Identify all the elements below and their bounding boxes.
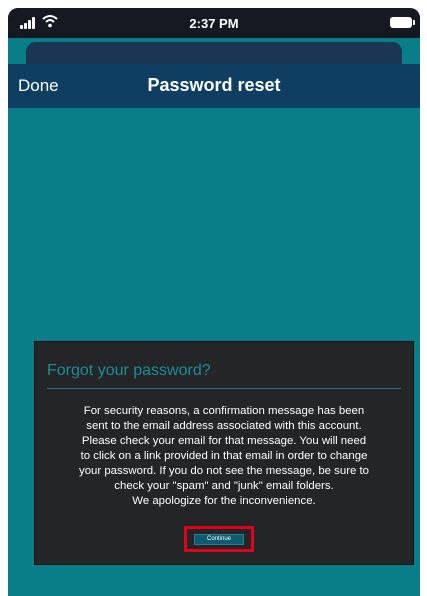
continue-button[interactable]: Continue [194,534,244,545]
phone-screen: 2:37 PM Done Password reset Forgot your … [8,8,420,596]
message-line: We apologize for the inconvenience. [132,495,316,507]
message-line: to click on a link provided in that emai… [80,450,368,462]
status-bar: 2:37 PM [8,8,420,38]
message-line: For security reasons, a confirmation mes… [83,405,365,417]
dialog-divider [47,388,401,389]
message-line: Please check your email for that message… [81,435,367,447]
message-line: sent to the email address associated wit… [86,420,362,432]
navigation-bar: Done Password reset [8,64,420,108]
page-title: Password reset [147,75,281,95]
forgot-password-dialog: Forgot your password? For security reaso… [34,341,414,565]
battery-icon [390,17,415,28]
message-line: check your "spam" and "junk" email folde… [114,480,334,492]
status-time: 2:37 PM [189,16,239,31]
message-line: your password. If you do not see the mes… [79,465,369,477]
continue-highlight-box: Continue [184,526,254,552]
dialog-message: For security reasons, a confirmation mes… [43,404,405,509]
dialog-title: Forgot your password? [47,362,211,379]
